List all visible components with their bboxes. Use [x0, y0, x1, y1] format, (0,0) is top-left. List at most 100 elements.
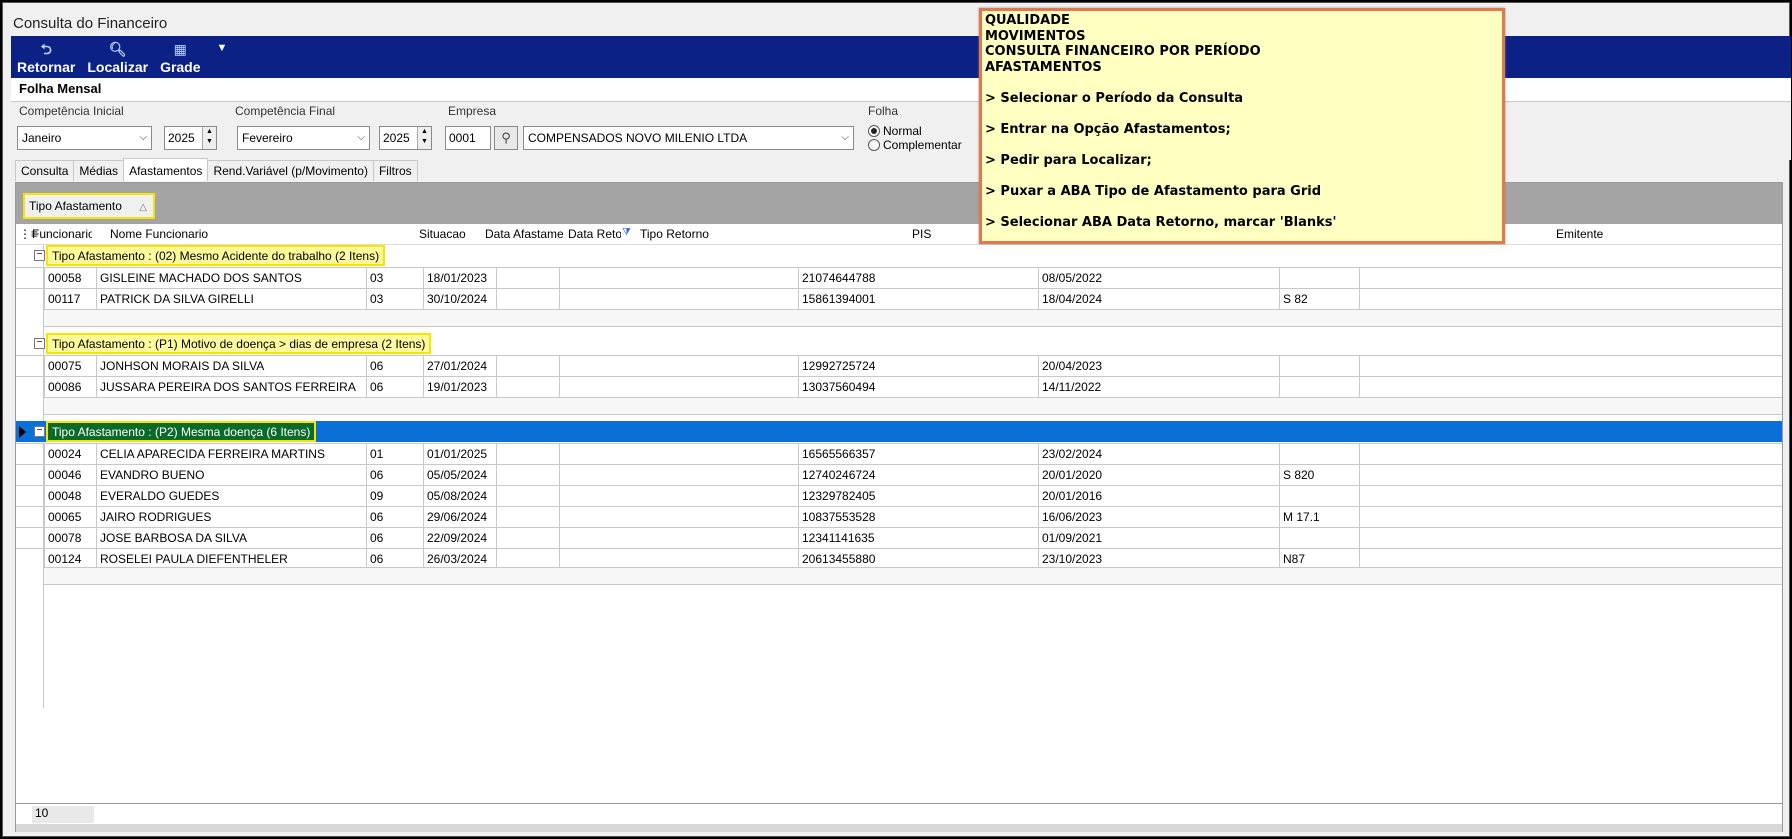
- tab-consulta[interactable]: Consulta: [15, 160, 75, 181]
- table-cell: 00086: [44, 377, 96, 398]
- table-cell: 06: [366, 377, 423, 398]
- table-cell: 06: [366, 356, 423, 377]
- table-row[interactable]: 00058 GISLEINE MACHADO DOS SANTOS 03 18/01/…: [16, 267, 1782, 289]
- table-row[interactable]: 00024 CELIA APARECIDA FERREIRA MARTINS 01 0…: [16, 443, 1782, 465]
- table-cell: 12992725724: [798, 356, 1038, 377]
- group-row-selected[interactable]: − Tipo Afastamento : (P2) Mesma doença (…: [16, 421, 1782, 442]
- header-nome[interactable]: Nome Funcionario: [110, 227, 370, 241]
- table-cell: 12341141635: [798, 528, 1038, 549]
- table-cell: [1359, 528, 1782, 549]
- table-cell: 05/05/2024: [423, 465, 496, 486]
- group-row[interactable]: − Tipo Afastamento : (02) Mesmo Acidente…: [16, 245, 1782, 266]
- table-cell: 10837553528: [798, 507, 1038, 528]
- empresa-codigo-input[interactable]: 0001: [445, 126, 491, 150]
- table-cell: [496, 444, 559, 465]
- chevron-down-icon: ⌵: [841, 132, 849, 143]
- table-row[interactable]: 00046 EVANDRO BUENO 06 05/05/2024 1274024672…: [16, 464, 1782, 486]
- competencia-final-group: Competência Final: [235, 104, 335, 118]
- table-cell: EVANDRO BUENO: [96, 465, 366, 486]
- table-cell: 20/04/2023: [1038, 356, 1279, 377]
- table-cell: 16/06/2023: [1038, 507, 1279, 528]
- localizar-label: Localizar: [87, 59, 149, 75]
- collapse-icon[interactable]: −: [34, 426, 45, 437]
- tab-afastamentos[interactable]: Afastamentos: [123, 158, 209, 181]
- toolbar-dropdown-icon[interactable]: ▼: [207, 42, 228, 78]
- tab-folha-mensal[interactable]: Folha Mensal: [19, 81, 101, 96]
- table-cell: 03: [366, 289, 423, 310]
- table-row[interactable]: 00086 JUSSARA PEREIRA DOS SANTOS FERREIRA…: [16, 376, 1782, 398]
- note-line: QUALIDADE: [985, 13, 1070, 28]
- table-cell: [496, 528, 559, 549]
- table-row[interactable]: 00048 EVERALDO GUEDES 09 05/08/2024 12329782…: [16, 485, 1782, 507]
- table-cell: 27/01/2024: [423, 356, 496, 377]
- table-cell: [496, 268, 559, 289]
- table-cell: [1279, 356, 1359, 377]
- table-row[interactable]: 00124 ROSELEI PAULA DIEFENTHELER 06 26/03/2…: [16, 548, 1782, 570]
- table-cell: [496, 465, 559, 486]
- instruction-note: QUALIDADE MOVIMENTOS CONSULTA FINANCEIRO P…: [979, 8, 1505, 244]
- retornar-button[interactable]: ⮌ Retornar: [11, 42, 81, 78]
- table-cell: 00065: [44, 507, 96, 528]
- spinner-arrows-icon[interactable]: ▲ ▼: [202, 127, 216, 149]
- tab-medias[interactable]: Médias: [73, 160, 125, 181]
- group-footer: [44, 567, 1782, 585]
- grade-label: Grade: [160, 59, 201, 75]
- competencia-final-mes-select[interactable]: Fevereiro ⌵: [237, 126, 370, 150]
- table-cell: 23/02/2024: [1038, 444, 1279, 465]
- localizar-button[interactable]: 🔍︎ Localizar: [81, 42, 154, 78]
- retornar-label: Retornar: [17, 59, 76, 75]
- table-cell: [1279, 444, 1359, 465]
- table-cell: [1359, 289, 1782, 310]
- table-row[interactable]: 00065 JAIRO RODRIGUES 06 29/06/2024 10837553…: [16, 506, 1782, 528]
- collapse-icon[interactable]: −: [34, 250, 45, 261]
- grid-icon: ▦: [173, 41, 187, 57]
- competencia-final-label: Competência Final: [235, 104, 336, 118]
- table-cell: [1359, 507, 1782, 528]
- folha-normal-radio[interactable]: Normal: [868, 124, 962, 138]
- tab-filtros[interactable]: Filtros: [372, 160, 418, 181]
- empresa-select[interactable]: COMPENSADOS NOVO MILENIO LTDA ⌵: [523, 126, 854, 150]
- header-data-retorno[interactable]: Data Retorno: [568, 227, 621, 241]
- table-cell: [1359, 444, 1782, 465]
- note-line: MOVIMENTOS: [985, 28, 1086, 44]
- group-footer: [44, 309, 1782, 327]
- tab-rend-variavel[interactable]: Rend.Variável (p/Movimento): [207, 160, 374, 181]
- group-chip-tipo-afastamento[interactable]: Tipo Afastamento △: [23, 193, 155, 219]
- table-cell: 15861394001: [798, 289, 1038, 310]
- note-line: [985, 106, 1499, 122]
- table-row[interactable]: 00078 JOSE BARBOSA DA SILVA 06 22/09/2024 12…: [16, 527, 1782, 549]
- note-line: > Selecionar o Período da Consulta: [985, 90, 1244, 106]
- radio-unchecked-icon: [868, 139, 880, 151]
- table-cell: 30/10/2024: [423, 289, 496, 310]
- competencia-final-ano-spinner[interactable]: 2025 ▲ ▼: [379, 126, 432, 150]
- spinner-arrows-icon[interactable]: ▲ ▼: [417, 127, 431, 149]
- empresa-search-button[interactable]: ⚲: [494, 126, 518, 150]
- note-line: [985, 199, 1499, 215]
- folha-complementar-radio[interactable]: Complementar: [868, 138, 962, 152]
- group-label: Tipo Afastamento : (02) Mesmo Acidente d…: [46, 245, 386, 266]
- header-data-afastamento[interactable]: Data Afastamento: [485, 227, 563, 241]
- competencia-inicial-mes-select[interactable]: Janeiro ⌵: [17, 126, 152, 150]
- afastamentos-grid: Tipo Afastamento △ ⋮≡ Funcionario Nome F…: [15, 182, 1783, 832]
- header-funcionario[interactable]: Funcionario: [32, 227, 92, 241]
- grade-button[interactable]: ▦ Grade: [154, 42, 206, 78]
- table-cell: 09: [366, 486, 423, 507]
- group-by-panel: Tipo Afastamento △: [16, 183, 1782, 224]
- table-cell: [496, 289, 559, 310]
- undo-icon: ⮌: [40, 41, 52, 57]
- radio-checked-icon: [868, 125, 880, 137]
- header-tipo-retorno[interactable]: Tipo Retorno: [640, 227, 840, 241]
- table-row[interactable]: 00075 JONHSON MORAIS DA SILVA 06 27/01/2024…: [16, 355, 1782, 377]
- table-cell: [496, 356, 559, 377]
- group-row[interactable]: − Tipo Afastamento : (P1) Motivo de doen…: [16, 333, 1782, 354]
- table-cell: JOSE BARBOSA DA SILVA: [96, 528, 366, 549]
- table-row[interactable]: 00117 PATRICK DA SILVA GIRELLI 03 30/10/202…: [16, 288, 1782, 310]
- competencia-inicial-ano-spinner[interactable]: 2025 ▲ ▼: [164, 126, 217, 150]
- table-cell: 16565566357: [798, 444, 1038, 465]
- header-emitente[interactable]: Emitente: [1556, 227, 1656, 241]
- filter-icon[interactable]: ⧩: [622, 227, 631, 238]
- header-situacao[interactable]: Situacao: [419, 227, 479, 241]
- table-cell: 00075: [44, 356, 96, 377]
- collapse-icon[interactable]: −: [34, 338, 45, 349]
- horizontal-scrollbar[interactable]: [16, 824, 1782, 832]
